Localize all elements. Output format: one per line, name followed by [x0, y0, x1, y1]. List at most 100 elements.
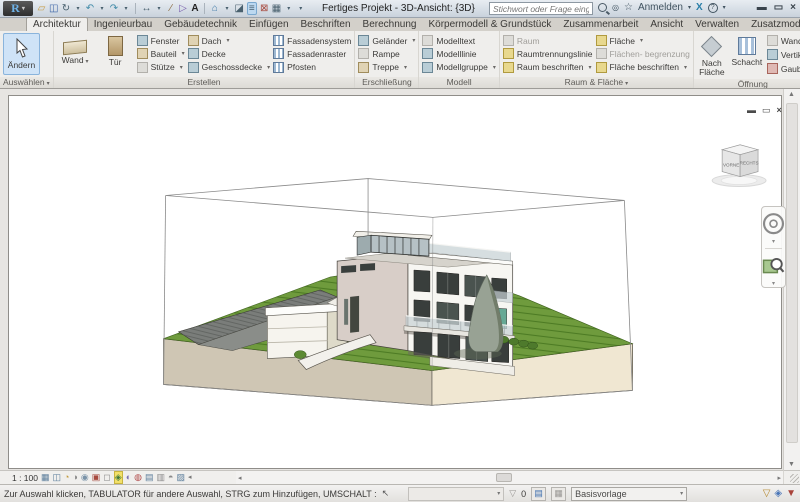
sync-icon[interactable]: ↻ — [61, 3, 70, 14]
horizontal-scroll-thumb[interactable] — [496, 473, 512, 482]
tab-ingenieurbau[interactable]: Ingenieurbau — [88, 18, 158, 31]
default-3d-view-icon[interactable]: ⌂ — [210, 3, 219, 14]
open-icon[interactable]: ▱ — [37, 3, 46, 14]
aligned-dimension-icon[interactable]: ∕ — [166, 3, 175, 14]
editable-only-toggle[interactable]: ▤ — [531, 487, 546, 501]
search-input[interactable] — [489, 2, 593, 15]
tab-beschriften[interactable]: Beschriften — [295, 18, 357, 31]
chevron-down-icon[interactable]: ▾ — [154, 5, 163, 12]
panel-label-auswaehlen[interactable]: Auswählen — [0, 77, 53, 88]
text-icon[interactable]: A — [190, 3, 199, 14]
section-icon[interactable]: ◪ — [234, 3, 243, 14]
thin-lines-icon[interactable]: ≡ — [247, 2, 257, 15]
model-group-button[interactable]: Modellgruppe — [422, 61, 496, 74]
scroll-down-icon[interactable]: ▼ — [788, 461, 795, 468]
wall-opening-button[interactable]: Wand — [767, 34, 800, 47]
press-drag-toggle[interactable]: ▦ — [551, 487, 566, 501]
switch-windows-icon[interactable]: ▦ — [272, 3, 281, 14]
mullion-button[interactable]: Pfosten — [273, 61, 351, 74]
minimize-button[interactable]: ▬ — [757, 2, 767, 13]
select-links-filter-icon[interactable]: ◈ — [774, 488, 782, 499]
steering-wheel-icon[interactable] — [762, 210, 785, 237]
area-button[interactable]: Fläche — [596, 34, 690, 47]
temporary-hide-isolate-icon[interactable]: ◐ — [126, 472, 131, 483]
scroll-up-icon[interactable]: ▲ — [788, 91, 795, 98]
ramp-button[interactable]: Rampe — [358, 47, 415, 60]
crop-view-icon[interactable]: ▣ — [92, 472, 101, 483]
stair-button[interactable]: Treppe — [358, 61, 415, 74]
close-hidden-windows-icon[interactable]: ⊠ — [260, 3, 269, 14]
save-icon[interactable]: ◫ — [49, 3, 58, 14]
detail-level-icon[interactable]: ▦ — [41, 472, 50, 483]
chevron-down-icon[interactable]: ▾ — [723, 4, 726, 11]
tab-verwalten[interactable]: Verwalten — [689, 18, 745, 31]
chevron-down-icon[interactable]: ▾ — [284, 5, 293, 12]
customize-qat-icon[interactable]: ▾ — [296, 5, 305, 12]
scale-control[interactable]: 1 : 100 — [12, 473, 38, 483]
tab-architektur[interactable]: Architektur — [26, 17, 88, 31]
maximize-button[interactable]: ▭ — [774, 2, 783, 13]
railing-button[interactable]: Geländer — [358, 34, 415, 47]
signin-label[interactable]: Anmelden — [638, 2, 683, 13]
dormer-opening-button[interactable]: Gaube — [767, 62, 800, 75]
filter-icon[interactable]: ▽ — [509, 488, 516, 499]
opening-by-face-button[interactable]: Nach Fläche — [697, 33, 727, 77]
resize-corner[interactable] — [783, 470, 800, 484]
view-minimize-icon[interactable]: ▬ — [747, 105, 756, 116]
show-crop-region-icon[interactable]: ◻ — [103, 472, 110, 483]
tag-room-button[interactable]: Raum beschriften — [503, 61, 593, 74]
shaft-opening-button[interactable]: Schacht — [730, 33, 764, 77]
redo-icon[interactable]: ↷ — [109, 3, 118, 14]
model-line-button[interactable]: Modelllinie — [422, 47, 496, 60]
chevron-down-icon[interactable]: ▾ — [121, 5, 130, 12]
vcb-collapse-icon[interactable]: ◂ — [188, 472, 192, 483]
analytical-model-icon[interactable]: ◓ — [168, 472, 173, 483]
chevron-down-icon[interactable]: ▾ — [73, 5, 82, 12]
sun-path-icon[interactable]: ◔ — [64, 472, 69, 483]
exchange-apps-icon[interactable]: X — [696, 2, 703, 13]
curtain-system-button[interactable]: Fassadensystem — [273, 34, 351, 47]
tag-icon[interactable]: ▷ — [178, 3, 187, 14]
window-button[interactable]: Fenster — [137, 34, 185, 47]
tab-zusammenarbeit[interactable]: Zusammenarbeit — [557, 18, 644, 31]
chevron-down-icon[interactable]: ▾ — [97, 5, 106, 12]
wall-button[interactable]: Wand — [57, 33, 94, 75]
search-icon[interactable] — [598, 3, 607, 12]
tab-ansicht[interactable]: Ansicht — [644, 18, 689, 31]
reveal-hidden-elements-icon[interactable]: ◍ — [134, 472, 142, 483]
horizontal-scrollbar[interactable]: ◂ ▸ — [236, 470, 783, 484]
modify-button[interactable]: Ändern — [3, 33, 40, 75]
select-pinned-elements-icon[interactable]: ▼ — [786, 488, 796, 499]
chevron-down-icon[interactable]: ▾ — [772, 280, 775, 287]
tab-gebaeudetechnik[interactable]: Gebäudetechnik — [158, 18, 243, 31]
design-options-combo[interactable]: Basisvorlage ▾ — [571, 487, 687, 501]
communication-center-icon[interactable]: ◎ — [612, 3, 619, 12]
scroll-left-icon[interactable]: ◂ — [238, 474, 242, 482]
favorites-star-icon[interactable]: ☆ — [624, 2, 633, 13]
curtain-grid-button[interactable]: Fassadenraster — [273, 47, 351, 60]
ceiling-button[interactable]: Decke — [188, 47, 271, 60]
app-menu-button[interactable]: R▾ — [3, 1, 33, 16]
tab-zusatzmodule[interactable]: Zusatzmodule — [745, 18, 800, 31]
displacement-sets-icon[interactable]: ▨ — [176, 472, 185, 483]
model-text-button[interactable]: Modelltext — [422, 34, 496, 47]
help-icon[interactable]: ? — [708, 3, 718, 13]
lock-view-icon[interactable]: ◈ — [114, 471, 123, 484]
chevron-down-icon[interactable]: ▾ — [222, 5, 231, 12]
temporary-view-properties-icon[interactable]: ▥ — [157, 472, 166, 483]
column-button[interactable]: Stütze — [137, 61, 185, 74]
chevron-down-icon[interactable]: ▾ — [772, 238, 775, 245]
panel-label-raum-flaeche[interactable]: Raum & Fläche — [500, 77, 693, 88]
vertical-opening-button[interactable]: Vertikal — [767, 48, 800, 61]
undo-icon[interactable]: ↶ — [85, 3, 94, 14]
floor-button[interactable]: Geschossdecke — [188, 61, 271, 74]
roof-button[interactable]: Dach — [188, 34, 271, 47]
room-separator-button[interactable]: Raumtrennungslinie — [503, 47, 593, 60]
vertical-scroll-thumb[interactable] — [786, 103, 798, 443]
rendering-dialog-icon[interactable]: ◉ — [81, 472, 89, 483]
visual-style-icon[interactable]: ◫ — [53, 472, 62, 483]
worksharing-display-icon[interactable]: ▤ — [145, 472, 154, 483]
close-button[interactable]: × — [790, 2, 796, 13]
door-button[interactable]: Tür — [97, 33, 134, 75]
tab-koerpermodell-grundstueck[interactable]: Körpermodell & Grundstück — [422, 18, 557, 31]
